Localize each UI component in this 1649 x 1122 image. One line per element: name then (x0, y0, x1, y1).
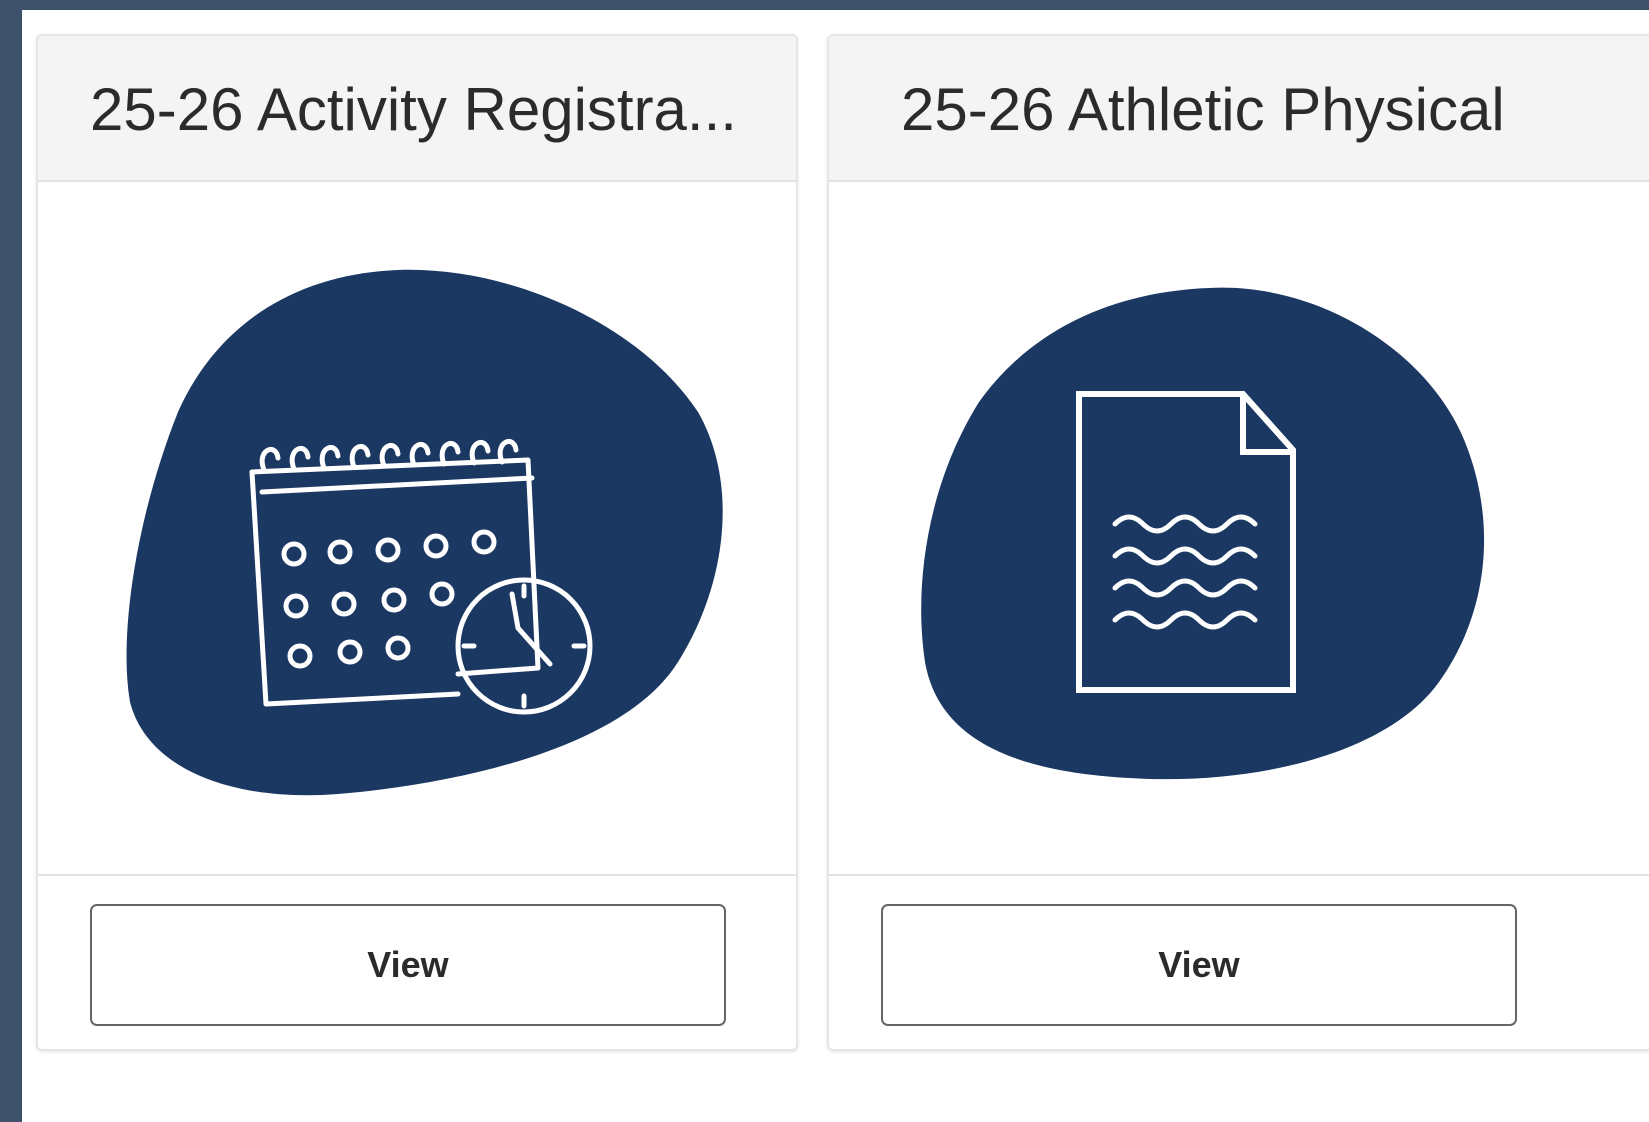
card-header: 25-26 Athletic Physical (829, 36, 1649, 182)
card-header: 25-26 Activity Registra... (38, 36, 796, 182)
form-card-activity-registration[interactable]: 25-26 Activity Registra... View (36, 34, 798, 1051)
document-icon (921, 287, 1485, 780)
card-media (38, 182, 796, 874)
view-button[interactable]: View (881, 904, 1517, 1026)
view-button[interactable]: View (90, 904, 726, 1026)
calendar-clock-icon (126, 269, 723, 796)
card-media (829, 182, 1649, 874)
card-title: 25-26 Activity Registra... (90, 76, 737, 143)
card-title: 25-26 Athletic Physical (901, 76, 1505, 143)
form-card-athletic-physical[interactable]: 25-26 Athletic Physical View (827, 34, 1649, 1051)
content-panel: 25-26 Activity Registra... View 25-26 At… (22, 10, 1649, 1122)
card-footer: View (829, 874, 1649, 1049)
card-footer: View (38, 874, 796, 1049)
